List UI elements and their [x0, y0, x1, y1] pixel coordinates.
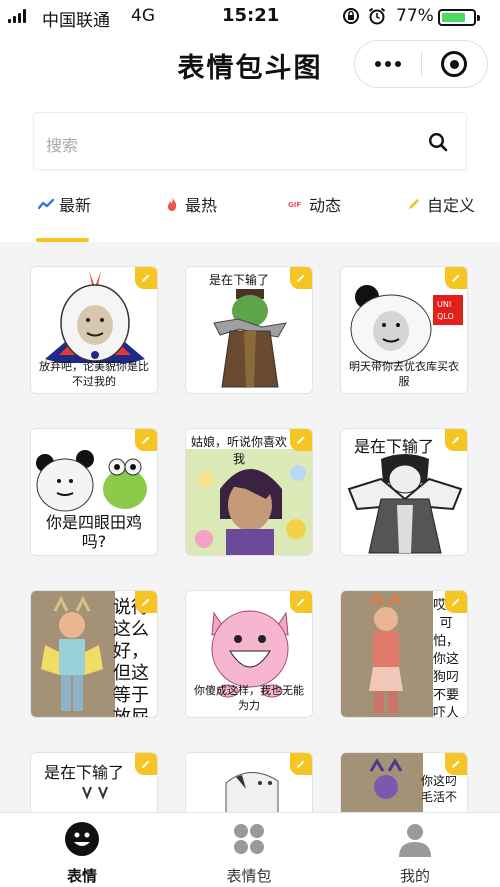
- edit-meme-button[interactable]: [290, 753, 312, 775]
- meme-grid: 放弃吧，论美貌你是比不过我的 是在下输了 UNI QLO 明天带你去优衣库买衣服: [0, 242, 500, 812]
- edit-meme-button[interactable]: [290, 267, 312, 289]
- meme-caption: 放弃吧，论美貌你是比不过我的: [39, 360, 149, 388]
- target-circle-icon: [441, 51, 468, 77]
- meme-card[interactable]: 你这叼毛活不: [340, 752, 468, 812]
- meme-card[interactable]: UNI QLO 明天带你去优衣库买衣服: [340, 266, 468, 394]
- bottom-navigation: 表情 表情包 我的: [0, 812, 500, 887]
- gif-icon: GIF: [288, 201, 301, 209]
- meme-caption: 说得这么好，但这等于放屁: [113, 597, 149, 718]
- signal-icon: [8, 9, 26, 23]
- close-mini-program-button[interactable]: [422, 41, 488, 87]
- pencil-icon: [452, 598, 460, 606]
- nav-emoji-packs[interactable]: 表情包: [189, 821, 309, 886]
- pencil-icon: [142, 598, 150, 606]
- pencil-icon: [452, 760, 460, 768]
- tab-custom[interactable]: 自定义: [406, 192, 475, 216]
- meme-caption: 哎好可怕，你这狗叼不要吓人家: [432, 598, 459, 718]
- nav-label: 我的: [399, 867, 430, 885]
- pencil-icon: [297, 436, 305, 444]
- edit-meme-button[interactable]: [135, 753, 157, 775]
- carrier-label: 中国联通: [42, 11, 110, 31]
- category-tabs: 最新 最热 GIF 动态 自定义: [0, 182, 500, 242]
- tab-label: 最热: [185, 196, 218, 215]
- pencil-icon: [452, 274, 460, 282]
- nav-profile[interactable]: 我的: [355, 821, 475, 886]
- svg-text:UNI: UNI: [437, 300, 451, 309]
- meme-caption: 你傻成这样，我也无能为力: [194, 684, 304, 712]
- alarm-icon: [368, 7, 386, 25]
- meme-caption: 明天带你去优衣库买衣服: [349, 360, 459, 388]
- search-bar[interactable]: 搜索: [33, 112, 467, 170]
- battery-percent: 77%: [396, 6, 434, 26]
- meme-card[interactable]: 是在下输了: [340, 428, 468, 556]
- mini-program-capsule: [354, 40, 488, 88]
- tab-label: 自定义: [427, 196, 476, 215]
- edit-meme-button[interactable]: [445, 591, 467, 613]
- meme-card[interactable]: 是在下输了: [185, 266, 313, 394]
- status-time: 15:21: [222, 5, 280, 26]
- network-label: 4G: [131, 6, 155, 26]
- edit-meme-button[interactable]: [290, 591, 312, 613]
- pencil-icon: [409, 199, 419, 209]
- meme-card[interactable]: 姑娘，听说你喜欢我: [185, 428, 313, 556]
- meme-card[interactable]: [185, 752, 313, 812]
- battery-fill: [442, 13, 466, 22]
- meme-caption: 姑娘，听说你喜欢我: [190, 435, 287, 466]
- meme-card[interactable]: 放弃吧，论美貌你是比不过我的: [30, 266, 158, 394]
- edit-meme-button[interactable]: [135, 429, 157, 451]
- pencil-icon: [142, 436, 150, 444]
- battery-icon: [438, 9, 480, 26]
- status-bar: 中国联通 4G 15:21 77%: [0, 0, 500, 34]
- tab-hot[interactable]: 最热: [164, 192, 217, 216]
- search-input[interactable]: 搜索: [46, 132, 78, 156]
- rotation-lock-icon: [343, 8, 359, 24]
- meme-caption: 你这叼毛活不: [420, 774, 457, 804]
- edit-meme-button[interactable]: [290, 429, 312, 451]
- tab-label: 动态: [309, 196, 342, 215]
- nav-emoji[interactable]: 表情: [22, 821, 142, 886]
- edit-meme-button[interactable]: [135, 591, 157, 613]
- nav-label: 表情: [66, 867, 97, 885]
- tab-latest[interactable]: 最新: [38, 192, 91, 216]
- meme-card[interactable]: 是在下输了: [30, 752, 158, 812]
- pencil-icon: [142, 274, 150, 282]
- pencil-icon: [297, 274, 305, 282]
- nav-label: 表情包: [226, 867, 272, 885]
- flame-icon: [167, 197, 177, 211]
- edit-meme-button[interactable]: [445, 267, 467, 289]
- user-icon: [399, 824, 431, 857]
- pencil-icon: [452, 436, 460, 444]
- meme-card[interactable]: 哎好可怕，你这狗叼不要吓人家: [340, 590, 468, 718]
- meme-card[interactable]: 你是四眼田鸡吗?: [30, 428, 158, 556]
- trend-icon: [38, 198, 54, 210]
- edit-meme-button[interactable]: [445, 429, 467, 451]
- tab-label: 最新: [59, 196, 92, 215]
- edit-meme-button[interactable]: [135, 267, 157, 289]
- meme-card[interactable]: 你傻成这样，我也无能为力: [185, 590, 313, 718]
- pencil-icon: [297, 760, 305, 768]
- more-options-button[interactable]: [355, 41, 421, 87]
- smiley-icon: [65, 822, 99, 856]
- meme-card[interactable]: 说得这么好，但这等于放屁: [30, 590, 158, 718]
- edit-meme-button[interactable]: [445, 753, 467, 775]
- pencil-icon: [297, 598, 305, 606]
- svg-text:GIF: GIF: [288, 201, 301, 209]
- svg-text:QLO: QLO: [437, 312, 454, 321]
- pencil-icon: [142, 760, 150, 768]
- meme-caption: 你是四眼田鸡吗?: [45, 513, 142, 551]
- search-icon[interactable]: [428, 132, 448, 152]
- grid-dots-icon: [234, 824, 264, 854]
- tab-animated[interactable]: GIF 动态: [288, 192, 341, 216]
- header: 表情包斗图: [0, 34, 500, 92]
